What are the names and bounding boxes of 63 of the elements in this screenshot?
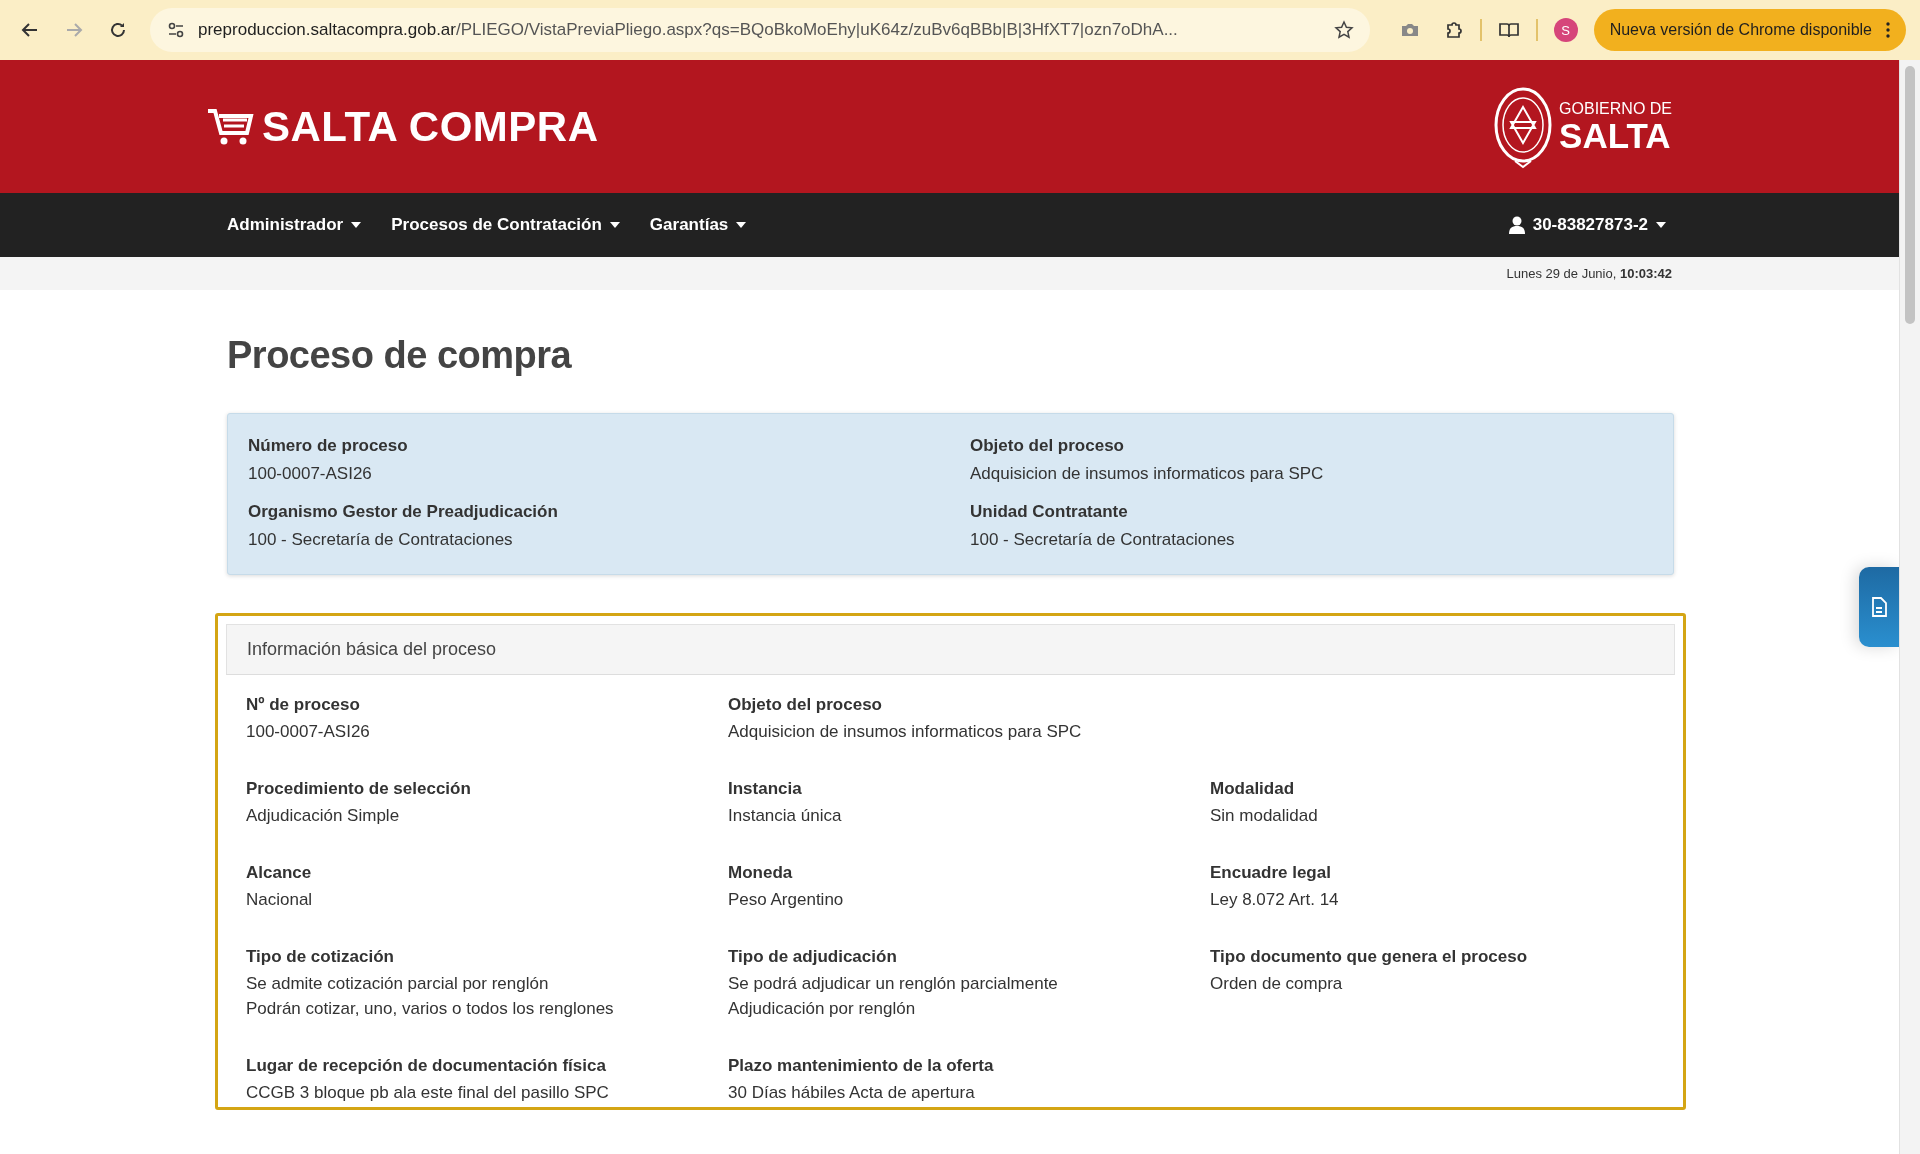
field-value: Podrán cotizar, uno, varios o todos los renglones <box>246 999 615 1019</box>
field-value: Peso Argentino <box>728 890 845 910</box>
site-settings-icon[interactable] <box>166 20 186 40</box>
field-value: Orden de compra <box>1210 974 1344 994</box>
field-label: Lugar de recepción de documentación física <box>246 1056 607 1076</box>
cart-icon <box>206 106 254 147</box>
field-value: Sin modalidad <box>1210 806 1319 826</box>
field-label: Modalidad <box>1210 779 1296 799</box>
nav-menu[interactable]: Administrador <box>212 207 377 243</box>
update-button[interactable]: Nueva versión de Chrome disponible <box>1593 9 1906 51</box>
government-label: GOBIERNO DE <box>1559 100 1672 118</box>
caret-icon <box>351 222 362 228</box>
panel-title: Información básica del proceso <box>247 639 497 659</box>
scrollbar-thumb[interactable] <box>1905 66 1915 324</box>
field-value: Adquisicion de insumos informaticos para SPC <box>728 722 1083 742</box>
page-title: Proceso de compra <box>227 334 573 377</box>
field-label: Número de proceso <box>248 436 409 456</box>
nav-menu[interactable]: Procesos de Contratación <box>376 207 635 243</box>
field-label: Nº de proceso <box>246 695 361 715</box>
field-label: Tipo de cotización <box>246 947 395 967</box>
document-button[interactable] <box>1859 567 1899 647</box>
reading-mode-icon[interactable] <box>1497 20 1520 40</box>
caret-icon <box>1656 222 1666 228</box>
field-label: Procedimiento de selección <box>246 779 472 799</box>
field-label: Objeto del proceso <box>970 436 1125 456</box>
field-label: Alcance <box>246 863 313 883</box>
field-value: Adjudicación Simple <box>246 806 401 826</box>
field-label: Organismo Gestor de Preadjudicación <box>248 502 559 522</box>
field-label: Objeto del proceso <box>728 695 883 715</box>
profile-avatar[interactable]: S <box>1553 18 1578 42</box>
document-icon <box>1871 597 1887 617</box>
field-label: Tipo de adjudicación <box>728 947 898 967</box>
field-value: Adjudicación por renglón <box>728 999 917 1019</box>
field-label: Moneda <box>728 863 794 883</box>
more-icon[interactable] <box>1886 22 1890 38</box>
field-label: Plazo mantenimiento de la oferta <box>728 1056 995 1076</box>
field-label: Unidad Contratante <box>970 502 1129 522</box>
field-value: CCGB 3 bloque pb ala este final del pasillo SPC <box>246 1083 610 1103</box>
field-value: Instancia única <box>728 806 843 826</box>
address-bar[interactable]: preproduccion.saltacompra.gob.ar/PLIEGO/VistaPreviaPliego.aspx?qs=BQoBkoMoEhy|uK64z/zuBv6qBBb|B|3HfXT7|ozn7oDhA... <box>150 8 1370 52</box>
field-value: Nacional <box>246 890 314 910</box>
field-value: 100 - Secretaría de Contrataciones <box>970 530 1236 550</box>
reload-icon[interactable] <box>108 20 128 40</box>
field-value: 100 - Secretaría de Contrataciones <box>248 530 514 550</box>
field-value: Adquisicion de insumos informaticos para SPC <box>970 464 1325 484</box>
field-value: Se admite cotización parcial por renglón <box>246 974 550 994</box>
caret-icon <box>609 222 620 228</box>
nav-menu[interactable]: Garantías <box>634 207 762 243</box>
site-logo[interactable]: SALTA COMPRA <box>262 102 599 151</box>
field-value: 100-0007-ASI26 <box>248 464 373 484</box>
government-name: SALTA <box>1559 118 1672 153</box>
field-label: Tipo documento que genera el proceso <box>1210 947 1529 967</box>
field-value: Se podrá adjudicar un renglón parcialmente <box>728 974 1059 994</box>
user-menu[interactable]: 30-83827873-2 <box>1493 207 1681 243</box>
date-time: Lunes 29 de Junio, 10:03:42 <box>1506 266 1672 281</box>
field-value: 30 Días hábiles Acta de apertura <box>728 1083 976 1103</box>
field-value: 100-0007-ASI26 <box>246 722 371 742</box>
star-icon[interactable] <box>1333 20 1354 40</box>
field-value: Ley 8.072 Art. 14 <box>1210 890 1340 910</box>
field-label: Instancia <box>728 779 803 799</box>
caret-icon <box>736 222 747 228</box>
user-icon <box>1508 216 1525 234</box>
field-label: Encuadre legal <box>1210 863 1332 883</box>
